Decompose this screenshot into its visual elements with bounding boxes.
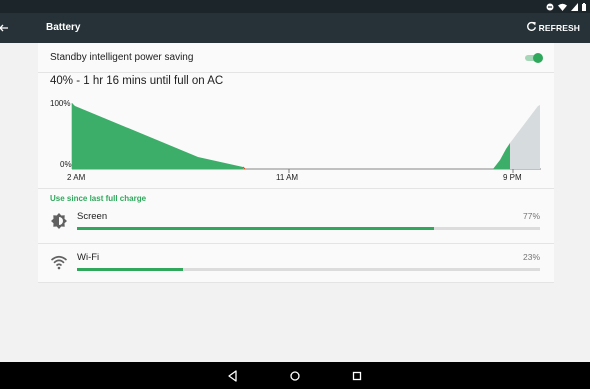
usage-label: Screen: [77, 211, 108, 222]
brightness-icon: [50, 212, 68, 230]
app-bar: Battery REFRESH: [0, 13, 590, 43]
projection-area: [510, 105, 540, 169]
usage-label: Wi-Fi: [77, 252, 100, 263]
x-label-start: 2 AM: [67, 173, 86, 182]
standby-label: Standby intelligent power saving: [50, 52, 194, 63]
charge-area: [493, 143, 510, 169]
back-arrow-icon[interactable]: [0, 18, 14, 38]
refresh-label: REFRESH: [538, 23, 580, 33]
y-label-bottom: 0%: [60, 160, 72, 169]
refresh-button[interactable]: REFRESH: [526, 21, 580, 35]
x-label-mid: 11 AM: [276, 173, 298, 182]
divider: [38, 282, 554, 283]
battery-history-graph: 100% 0% 2 AM 11 AM 9 PM: [50, 99, 541, 182]
usage-percent: 77%: [522, 211, 540, 221]
divider: [38, 243, 554, 244]
refresh-icon: [526, 19, 537, 37]
status-icons: [546, 1, 586, 12]
usage-item-wifi[interactable]: Wi-Fi 23%: [38, 246, 554, 282]
navigation-bar: [0, 362, 590, 389]
nav-home-icon[interactable]: [288, 369, 302, 383]
nav-back-icon[interactable]: [226, 369, 240, 383]
usage-section-title: Use since last full charge: [50, 194, 147, 203]
usage-bar-fill: [77, 268, 184, 271]
usage-bar-fill: [77, 227, 434, 230]
usage-bar: [77, 227, 540, 230]
x-label-end: 9 PM: [503, 173, 522, 182]
standby-setting-row[interactable]: Standby intelligent power saving: [50, 51, 543, 65]
battery-card: Standby intelligent power saving 40% - 1…: [38, 43, 554, 283]
content-area: Standby intelligent power saving 40% - 1…: [0, 43, 590, 362]
y-label-top: 100%: [50, 99, 70, 108]
toggle-thumb: [533, 53, 543, 63]
page-title: Battery: [46, 22, 81, 33]
usage-item-screen[interactable]: Screen 77%: [38, 205, 554, 241]
discharge-area: [72, 103, 243, 169]
status-bar: [0, 0, 590, 13]
usage-percent: 23%: [522, 252, 540, 262]
divider: [38, 72, 554, 73]
wifi-icon: [50, 253, 68, 271]
usage-bar: [77, 268, 540, 271]
standby-toggle[interactable]: [525, 53, 543, 63]
battery-summary: 40% - 1 hr 16 mins until full on AC: [50, 75, 224, 87]
divider: [38, 188, 554, 189]
nav-recents-icon[interactable]: [350, 369, 364, 383]
